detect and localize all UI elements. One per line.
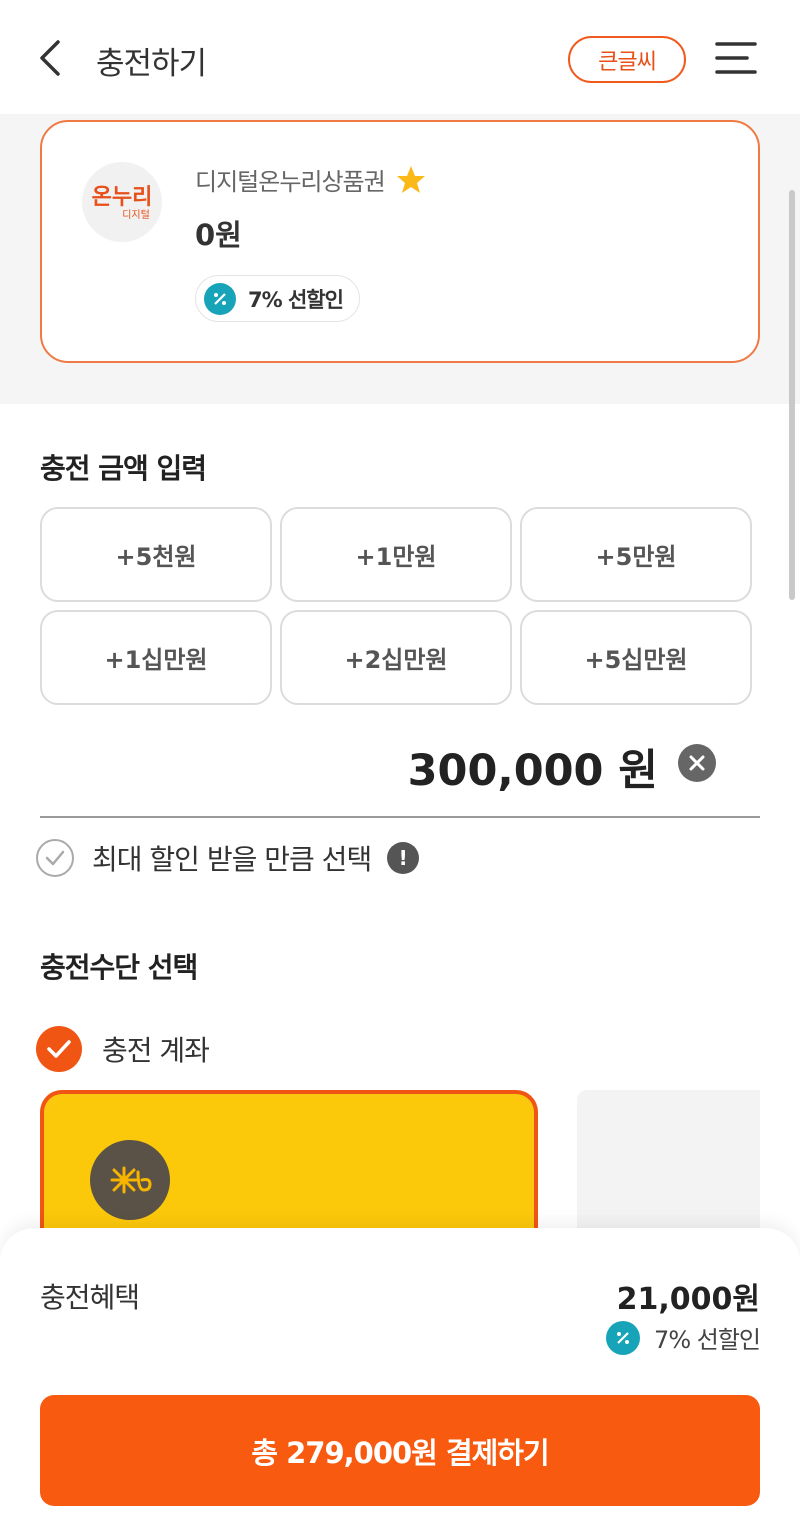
menu-button[interactable] (714, 38, 758, 78)
big-font-button[interactable]: 큰글씨 (568, 36, 686, 83)
onnuri-logo: 온누리 디지털 (82, 162, 162, 242)
page-title: 충전하기 (96, 46, 207, 82)
percent-icon (606, 1320, 641, 1355)
amount-section-title: 충전 금액 입력 (40, 452, 207, 485)
info-icon[interactable]: ! (387, 842, 420, 874)
add-50k-button[interactable]: +5만원 (520, 507, 752, 602)
app-header: 충전하기 큰글씨 (0, 0, 800, 114)
star-icon[interactable] (395, 164, 427, 196)
amount-input-value[interactable]: 300,000 원 (408, 736, 658, 798)
clear-amount-button[interactable] (678, 744, 716, 782)
bank-logo-icon (90, 1140, 170, 1220)
logo-sub-text: 디지털 (122, 209, 150, 221)
account-card-next[interactable] (577, 1090, 760, 1250)
add-10k-button[interactable]: +1만원 (280, 507, 512, 602)
max-discount-option[interactable]: 최대 할인 받을 만큼 선택 ! (36, 838, 420, 878)
scrollbar[interactable] (789, 190, 795, 600)
voucher-balance: 0원 (195, 218, 242, 252)
method-section-title: 충전수단 선택 (40, 951, 198, 984)
voucher-card-area: 온누리 디지털 디지털온누리상품권 0원 7% 선할인 (0, 114, 800, 404)
add-500k-button[interactable]: +5십만원 (520, 610, 752, 705)
voucher-name-text: 디지털온누리상품권 (195, 168, 386, 196)
account-card-selected[interactable] (40, 1090, 538, 1250)
charge-account-checkbox[interactable] (36, 1026, 82, 1072)
benefit-discount-text: 7% 선할인 (654, 1326, 761, 1354)
amount-button-grid: +5천원 +1만원 +5만원 +1십만원 +2십만원 +5십만원 (40, 507, 752, 705)
add-200k-button[interactable]: +2십만원 (280, 610, 512, 705)
voucher-card[interactable]: 온누리 디지털 디지털온누리상품권 0원 7% 선할인 (40, 120, 760, 363)
chevron-left-icon (40, 40, 60, 76)
max-discount-label: 최대 할인 받을 만큼 선택 (92, 843, 372, 876)
percent-icon (204, 282, 236, 315)
discount-badge: 7% 선할인 (195, 275, 360, 322)
benefit-discount: 7% 선할인 (606, 1320, 761, 1355)
add-100k-button[interactable]: +1십만원 (40, 610, 272, 705)
hamburger-menu-icon (715, 42, 757, 74)
voucher-name: 디지털온누리상품권 (195, 162, 427, 197)
amount-input-row[interactable]: 300,000 원 (40, 730, 760, 818)
pay-button[interactable]: 총 279,000원 결제하기 (40, 1395, 760, 1506)
max-discount-checkbox[interactable] (36, 839, 74, 877)
discount-badge-text: 7% 선할인 (248, 287, 344, 312)
charge-account-option[interactable]: 충전 계좌 (36, 1026, 210, 1072)
benefit-label: 충전혜택 (40, 1281, 140, 1314)
check-icon (47, 1040, 71, 1058)
payment-summary-sheet: 충전혜택 21,000원 7% 선할인 총 279,000원 결제하기 (0, 1228, 800, 1514)
back-button[interactable] (30, 36, 74, 80)
close-icon (689, 755, 705, 771)
charge-account-label: 충전 계좌 (102, 1034, 210, 1067)
check-icon (45, 850, 65, 866)
logo-text: 온누리 (92, 185, 153, 210)
add-5k-button[interactable]: +5천원 (40, 507, 272, 602)
benefit-amount: 21,000원 (616, 1282, 760, 1317)
